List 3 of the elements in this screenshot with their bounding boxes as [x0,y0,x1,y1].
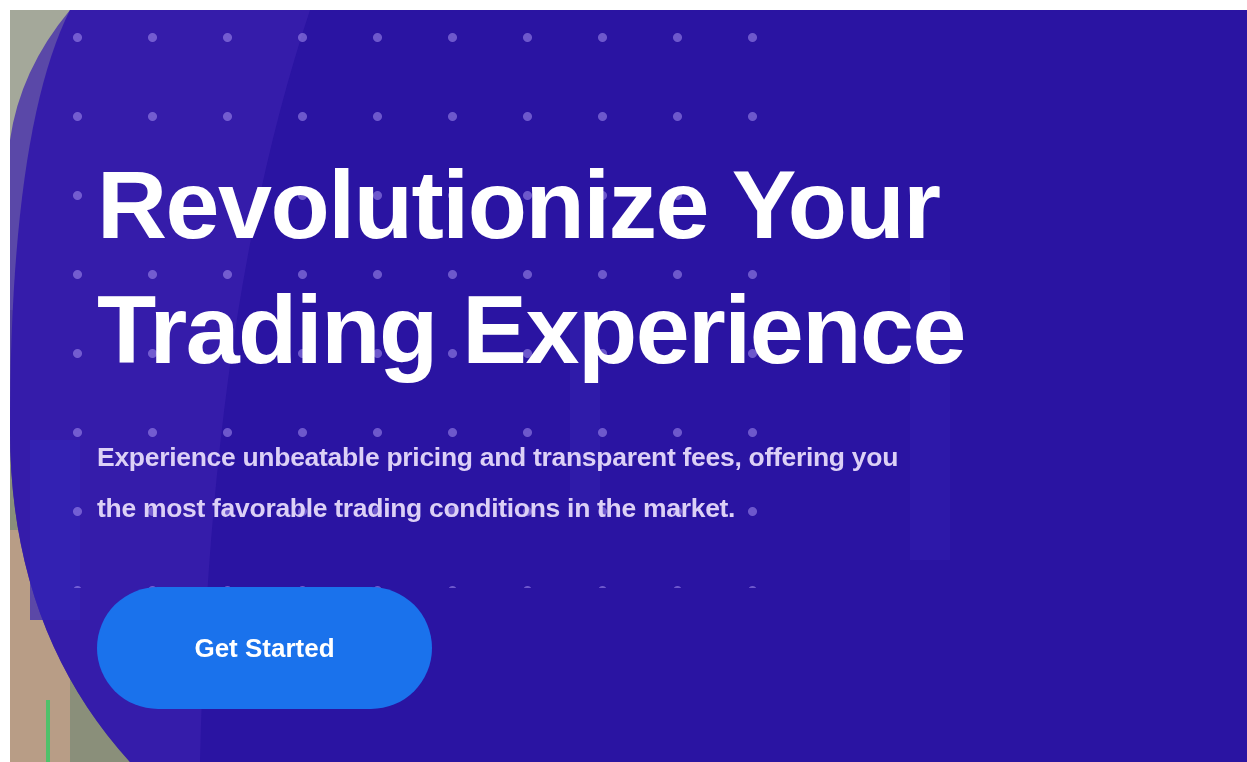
subtitle: Experience unbeatable pricing and transparent fees, offering you the most favorable trading conditions in the market. [97,441,899,525]
headline: Revolutionize Your Trading Experience [97,149,965,386]
get-started-button[interactable]: Get Started [97,587,432,709]
